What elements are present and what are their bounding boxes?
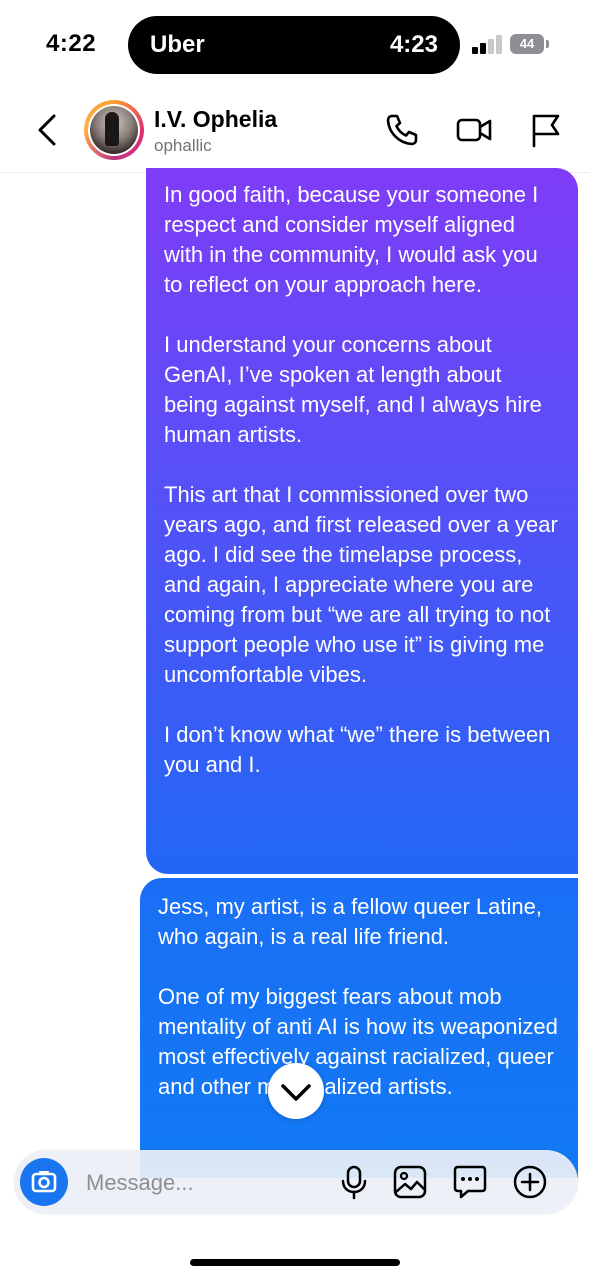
plus-circle-icon[interactable] [512,1164,548,1200]
gallery-icon[interactable] [392,1164,428,1200]
camera-button[interactable] [20,1158,68,1206]
chevron-down-icon [281,1084,311,1101]
contact-name[interactable]: I.V. Ophelia [154,106,277,133]
battery-icon: 44 [510,34,549,54]
cellular-signal-icon [472,34,506,54]
dynamic-island-live-activity[interactable]: Uber 4:23 [128,16,460,74]
message-input[interactable]: Message... [86,1170,194,1196]
back-chevron-icon[interactable] [32,110,66,150]
home-indicator[interactable] [190,1259,400,1266]
avatar[interactable] [84,100,144,160]
flag-icon[interactable] [528,112,564,148]
camera-icon [31,1171,57,1193]
message-paragraph: I don’t know what “we” there is between … [164,722,551,777]
message-paragraph: One of my biggest fears about mob mental… [158,984,558,1099]
message-paragraph: I understand your concerns about GenAI, … [164,332,542,447]
video-camera-icon[interactable] [456,112,492,148]
status-time: 4:22 [46,30,97,57]
contact-handle[interactable]: ophallic [154,136,212,156]
message-paragraph: This art that I commissioned over two ye… [164,482,558,687]
live-activity-time: 4:23 [389,31,438,58]
phone-icon[interactable] [384,112,420,148]
scroll-to-bottom-button[interactable] [268,1063,324,1119]
status-bar: 4:22 Uber 4:23 44 [0,0,590,90]
sent-message-bubble[interactable]: Jess, my artist, is a fellow queer Latin… [140,878,578,1178]
message-paragraph: Jess, my artist, is a fellow queer Latin… [158,894,542,949]
microphone-icon[interactable] [336,1164,372,1200]
live-activity-app: Uber [150,31,205,58]
conversation-header: I.V. Ophelia ophallic [0,90,590,173]
sent-message-bubble[interactable]: In good faith, because your someone I re… [146,168,578,874]
message-composer: Message... [14,1150,578,1214]
sticker-icon[interactable] [452,1164,488,1200]
message-paragraph: In good faith, because your someone I re… [164,182,539,297]
